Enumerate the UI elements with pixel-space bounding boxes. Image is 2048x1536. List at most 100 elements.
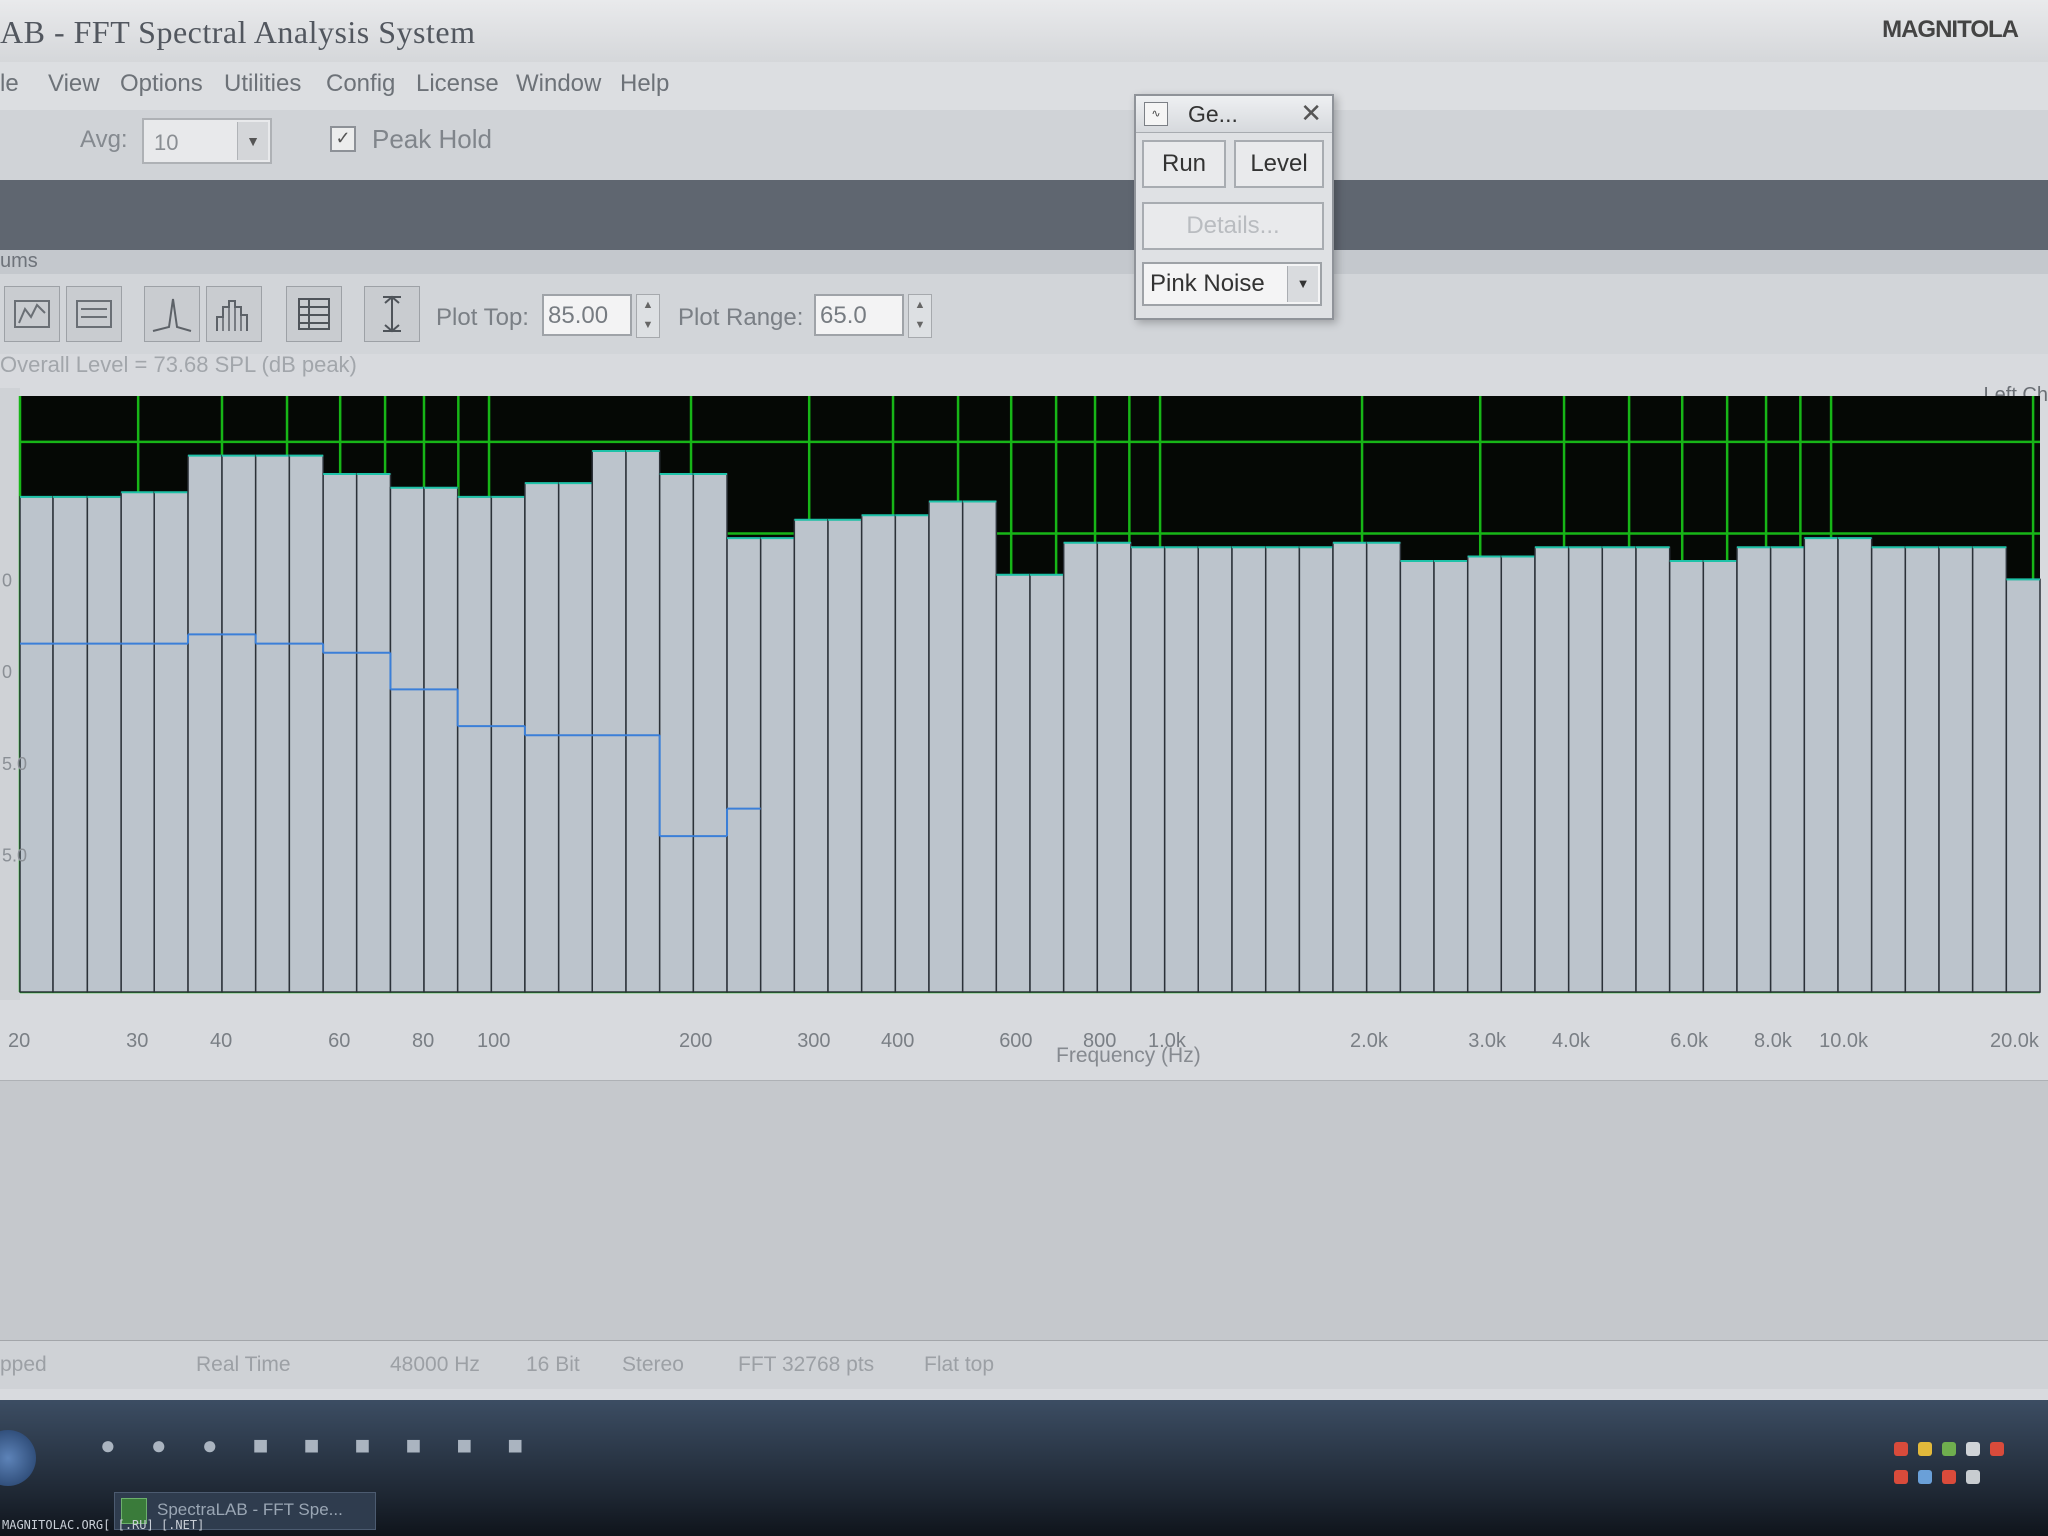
start-button[interactable] [0,1430,36,1486]
menu-view[interactable]: View [48,70,100,98]
status-fft-size: FFT 32768 pts [738,1353,875,1376]
spectrum-bar [1231,546,1267,993]
title-bar[interactable]: AB - FFT Spectral Analysis System MAGNIT… [0,0,2048,63]
avg-select[interactable]: 10 ▼ [142,118,272,164]
chevron-down-icon[interactable]: ▼ [1287,266,1318,302]
x-tick-label: 4.0k [1552,1030,1590,1052]
line-plot-icon [152,298,192,332]
screen: AB - FFT Spectral Analysis System MAGNIT… [0,0,2048,1536]
tray-volume-icon[interactable] [1966,1442,1980,1456]
x-tick-label: 3.0k [1468,1030,1507,1052]
x-tick-label: 20.0k [1990,1030,2039,1052]
table-view-button[interactable] [286,286,342,342]
plot-top-value: 85.00 [548,302,609,329]
watermark-logo: MAGNITOLA [1882,16,2019,43]
spectrum-bar [1332,541,1368,993]
x-tick-label: 100 [477,1030,511,1052]
menu-file[interactable]: le [0,70,19,98]
peak-hold-checkbox[interactable]: ✓ [330,126,356,152]
autoscale-button[interactable] [364,286,420,342]
spectrum-bar [120,491,155,993]
signal-generator-dialog: ∿ Ge... ✕ Run Level Details... Pink Nois… [1134,94,1334,320]
level-button[interactable]: Level [1234,140,1324,188]
spectrum-bar [1399,560,1435,993]
plot-toolbar: Plot Top: 85.00 ▲ ▼ Plot Range: 65.0 ▲ ▼ [0,274,2048,354]
menu-license[interactable]: License [416,70,499,98]
x-tick-label: 80 [412,1030,435,1052]
spectrum-bar [557,482,593,993]
menu-bar: le View Options Utilities Config License… [0,62,2048,111]
menu-options[interactable]: Options [120,70,203,98]
menu-utilities[interactable]: Utilities [224,70,301,98]
signal-type-select[interactable]: Pink Noise ▼ [1142,262,1322,306]
spectrum-bar [961,500,998,993]
x-tick-label: 600 [999,1030,1033,1052]
log-scale-button[interactable] [4,286,60,342]
tray-app-icon[interactable] [1990,1442,2004,1456]
x-tick-label: 200 [679,1030,713,1052]
menu-config[interactable]: Config [326,70,395,98]
status-channels: Stereo [622,1353,684,1376]
spectrum-bar [1365,541,1402,993]
y-tick-label: 0 [2,570,12,590]
spectrum-bar [928,500,964,993]
spectrum-plot[interactable]: 0 0 5.0 5.0 [0,388,2048,1000]
x-tick-label: 20 [8,1030,31,1052]
tray-updates-icon[interactable] [1894,1470,1908,1484]
spectrum-bar [1029,574,1065,993]
plot-range-stepper[interactable]: ▲ ▼ [908,294,932,338]
menu-help[interactable]: Help [620,70,669,98]
spectrum-bar [389,486,425,993]
tray-security-icon[interactable] [1918,1442,1932,1456]
spectrum-bar [1702,560,1738,993]
bar-plot-button[interactable] [206,286,262,342]
plot-range-input[interactable]: 65.0 [814,294,904,336]
menu-window[interactable]: Window [516,70,601,98]
spectrum-bar [1567,546,1604,993]
overall-level-readout: Overall Level = 73.68 SPL (dB peak) [0,352,357,377]
left-axis-strip [0,388,20,1000]
spectrum-bar [1668,560,1705,993]
plot-top-input[interactable]: 85.00 [542,294,632,336]
run-button[interactable]: Run [1142,140,1226,188]
peak-hold-label[interactable]: Peak Hold [372,124,492,155]
chevron-down-icon[interactable]: ▼ [237,122,268,160]
tray-display-icon[interactable] [1918,1470,1932,1484]
spectrum-bar [1601,546,1637,993]
plot-range-label: Plot Range: [678,304,804,331]
spectrum-bar [1163,546,1199,993]
tray-power-icon[interactable] [1966,1470,1980,1484]
log-scale-icon [14,300,50,328]
spectrum-bar [1466,555,1503,993]
spectrum-bar [1197,546,1233,993]
quick-launch-icons[interactable]: ● ● ● ■ ■ ■ ■ ■ ■ [100,1430,537,1461]
details-button[interactable]: Details... [1142,202,1324,250]
averaging-toolbar: Avg: 10 ▼ ✓ Peak Hold [0,110,2048,181]
plot-range-value: 65.0 [820,302,867,329]
spectrum-bar [187,454,223,993]
spectrum-bar [793,519,829,993]
linear-scale-icon [76,300,112,328]
y-tick-label: 5.0 [2,754,27,774]
generator-title-bar[interactable]: ∿ Ge... ✕ [1136,96,1332,133]
close-icon[interactable]: ✕ [1300,98,1322,129]
vertical-range-icon [383,295,401,333]
window-title: AB - FFT Spectral Analysis System [0,14,476,50]
spectrum-bar [1298,546,1334,993]
spectrum-bar [221,454,257,993]
line-plot-button[interactable] [144,286,200,342]
empty-panel-area [0,1080,2048,1341]
spectrum-bar [1870,546,1907,993]
plot-top-stepper[interactable]: ▲ ▼ [636,294,660,338]
spectrum-bar [456,496,493,993]
x-tick-label: 6.0k [1670,1030,1709,1052]
system-tray[interactable] [1894,1436,2024,1506]
x-tick-label: 8.0k [1754,1030,1792,1052]
tray-network-icon[interactable] [1942,1442,1956,1456]
tray-alert-icon[interactable] [1894,1442,1908,1456]
tray-misc-icon[interactable] [1942,1470,1956,1484]
linear-scale-button[interactable] [66,286,122,342]
spectrum-bar [1534,546,1570,993]
spectrum-bar [1803,537,1839,993]
spectrum-bar [1635,546,1671,993]
